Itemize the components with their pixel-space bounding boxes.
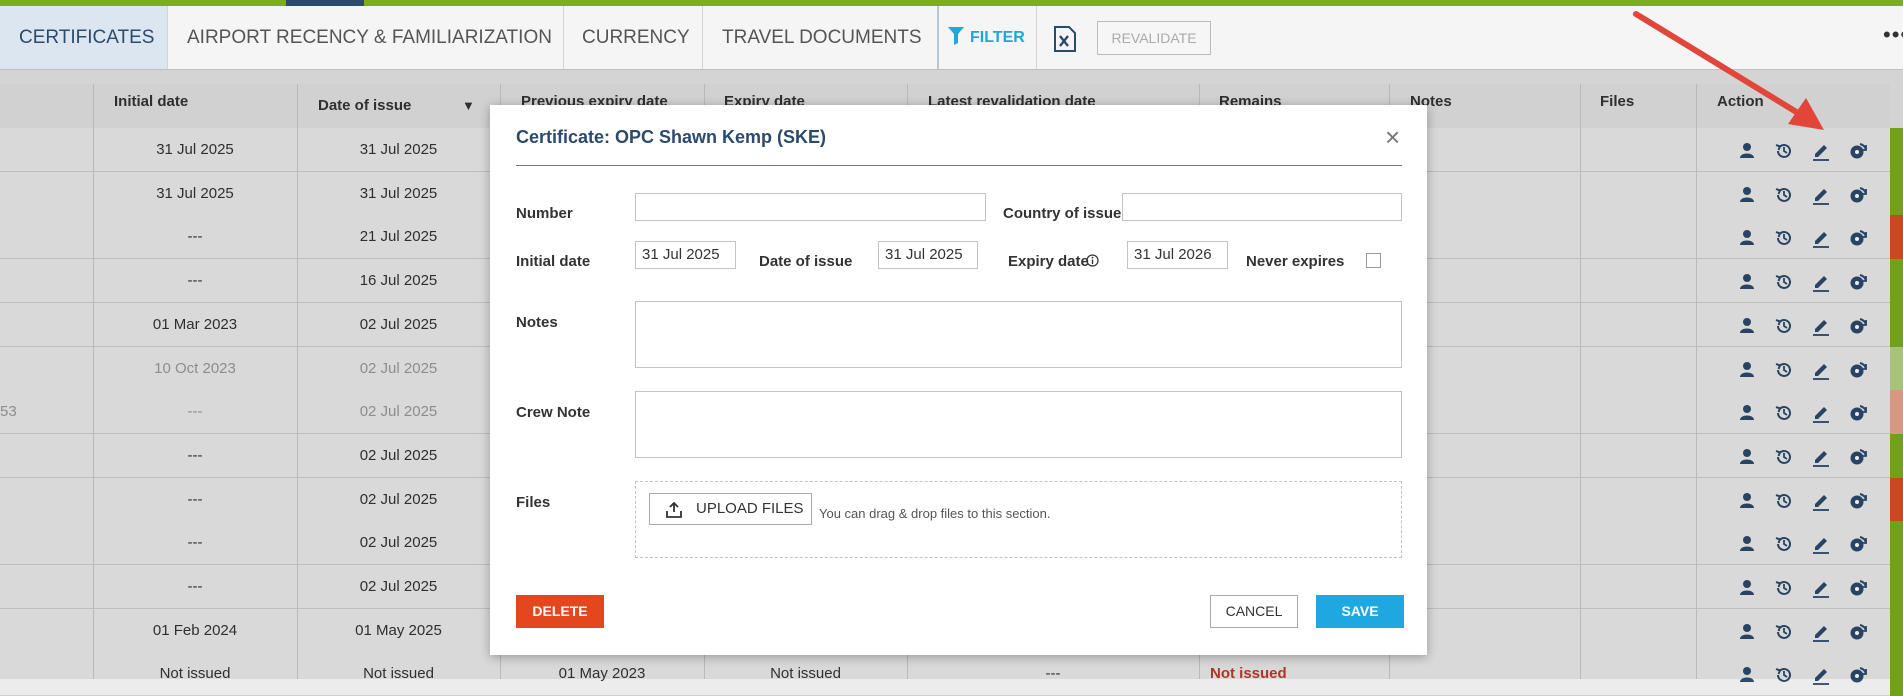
country-of-issue-label: Country of issue [1003, 205, 1122, 222]
status-indicator [1890, 171, 1903, 216]
crew-note-label: Crew Note [516, 404, 591, 421]
file-dropzone[interactable]: UPLOAD FILES You can drag & drop files t… [635, 481, 1402, 558]
tab-certificates[interactable]: CERTIFICATES [0, 6, 167, 69]
drop-hint-text: You can drag & drop files to this sectio… [819, 506, 1051, 521]
status-indicator [1890, 652, 1903, 696]
tab-divider [563, 6, 564, 69]
crew-note-textarea[interactable] [635, 391, 1402, 458]
status-indicator [1890, 608, 1903, 653]
save-button[interactable]: SAVE [1316, 595, 1404, 628]
tab-airport-recency[interactable]: AIRPORT RECENCY & FAMILIARIZATION [187, 6, 552, 69]
delete-button[interactable]: DELETE [516, 595, 604, 628]
tab-divider [1036, 6, 1037, 69]
never-expires-label: Never expires [1246, 253, 1345, 270]
tab-bar: CERTIFICATES AIRPORT RECENCY & FAMILIARI… [0, 6, 1903, 70]
expiry-date-label: Expiry date [1008, 253, 1089, 270]
number-label: Number [516, 205, 573, 222]
status-indicator [1890, 128, 1903, 172]
status-indicator [1890, 565, 1903, 609]
expiry-date-field[interactable]: 31 Jul 2026 [1127, 241, 1228, 269]
initial-date-field[interactable]: 31 Jul 2025 [635, 241, 736, 269]
filter-label: FILTER [970, 29, 1025, 46]
certificate-dialog: Certificate: OPC Shawn Kemp (SKE) × Numb… [490, 105, 1427, 655]
tab-divider [167, 6, 168, 69]
number-field[interactable] [635, 193, 986, 221]
filter-icon [948, 27, 964, 45]
tab-currency[interactable]: CURRENCY [582, 6, 690, 69]
more-options-icon[interactable]: ••• [1883, 24, 1903, 46]
upload-icon [666, 502, 682, 518]
status-indicator [1890, 215, 1903, 260]
title-divider [516, 165, 1402, 166]
upload-files-button[interactable]: UPLOAD FILES [649, 493, 812, 525]
status-indicator [1890, 346, 1903, 391]
upload-files-label: UPLOAD FILES [696, 500, 804, 517]
tab-divider [702, 6, 703, 69]
notes-textarea[interactable] [635, 301, 1402, 368]
notes-label: Notes [516, 314, 558, 331]
initial-date-label: Initial date [516, 253, 591, 270]
status-indicator [1890, 259, 1903, 304]
never-expires-checkbox[interactable] [1366, 253, 1381, 268]
filter-button[interactable]: FILTER [948, 6, 1025, 69]
files-label: Files [516, 494, 551, 511]
cancel-button[interactable]: CANCEL [1210, 595, 1298, 628]
date-of-issue-label: Date of issue [759, 253, 853, 270]
excel-export-icon[interactable] [1053, 26, 1077, 57]
status-indicator [1890, 521, 1903, 566]
country-of-issue-field[interactable] [1122, 193, 1402, 221]
close-icon[interactable]: × [1385, 122, 1400, 153]
status-indicator [1890, 302, 1903, 347]
annotation-arrow-icon [1633, 11, 1824, 130]
dialog-title: Certificate: OPC Shawn Kemp (SKE) [516, 127, 827, 147]
info-icon[interactable] [1086, 254, 1099, 267]
status-indicator [1890, 433, 1903, 478]
tab-travel-documents[interactable]: TRAVEL DOCUMENTS [722, 6, 922, 69]
status-indicator [1890, 477, 1903, 522]
status-indicator [1890, 390, 1903, 435]
tab-divider [937, 6, 939, 69]
date-of-issue-field[interactable]: 31 Jul 2025 [878, 241, 978, 269]
revalidate-button[interactable]: REVALIDATE [1097, 21, 1211, 55]
